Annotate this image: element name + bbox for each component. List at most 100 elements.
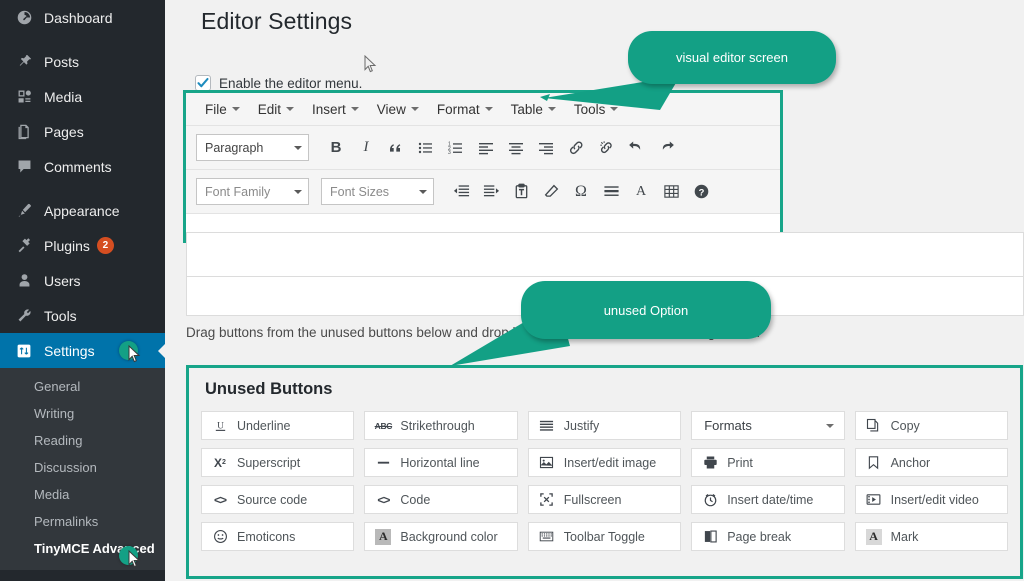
unused-button-insert-edit-video[interactable]: Insert/edit video — [855, 485, 1008, 514]
unused-button-mark[interactable]: A Mark — [855, 522, 1008, 551]
blockquote-icon[interactable] — [381, 133, 411, 163]
sidebar-item-plugins[interactable]: Plugins 2 — [0, 228, 165, 263]
menu-edit[interactable]: Edit — [249, 99, 303, 120]
enable-editor-menu-checkbox[interactable] — [195, 75, 211, 91]
unused-button-justify[interactable]: Justify — [528, 411, 681, 440]
unused-button-source-code[interactable]: <> Source code — [201, 485, 354, 514]
align-right-icon[interactable] — [531, 133, 561, 163]
link-icon[interactable] — [561, 133, 591, 163]
submenu-item-media[interactable]: Media — [0, 481, 165, 508]
menu-format[interactable]: Format — [428, 99, 502, 120]
menu-file-label: File — [205, 102, 227, 117]
unused-button-code[interactable]: <> Code — [364, 485, 517, 514]
unused-button-superscript[interactable]: X2 Superscript — [201, 448, 354, 477]
media-icon — [13, 88, 35, 105]
chevron-down-icon — [286, 107, 294, 111]
unused-button-formats[interactable]: Formats — [691, 411, 844, 440]
sidebar-divider — [0, 35, 165, 44]
toolbar-dropzone-4[interactable] — [186, 232, 1024, 278]
sidebar-item-users[interactable]: Users — [0, 263, 165, 298]
mark-icon: A — [864, 529, 884, 545]
table-icon[interactable] — [656, 177, 686, 207]
submenu-item-discussion[interactable]: Discussion — [0, 454, 165, 481]
menu-insert[interactable]: Insert — [303, 99, 368, 120]
align-center-icon[interactable] — [501, 133, 531, 163]
chevron-down-icon — [351, 107, 359, 111]
unused-button-label: Insert date/time — [727, 493, 813, 507]
submenu-item-general[interactable]: General — [0, 373, 165, 400]
unused-button-label: Background color — [400, 530, 497, 544]
horizontal-line-icon — [373, 455, 393, 470]
redo-icon[interactable] — [651, 133, 681, 163]
sidebar-item-dashboard[interactable]: Dashboard — [0, 0, 165, 35]
numbered-list-icon[interactable]: 123 — [441, 133, 471, 163]
paragraph-format-select[interactable]: Paragraph — [196, 134, 309, 161]
outdent-icon[interactable] — [446, 177, 476, 207]
unused-button-toolbar-toggle[interactable]: Toolbar Toggle — [528, 522, 681, 551]
unused-button-horizontal-line[interactable]: Horizontal line — [364, 448, 517, 477]
sidebar-item-posts[interactable]: Posts — [0, 44, 165, 79]
align-left-icon[interactable] — [471, 133, 501, 163]
unused-button-anchor[interactable]: Anchor — [855, 448, 1008, 477]
unused-button-insert-edit-image[interactable]: Insert/edit image — [528, 448, 681, 477]
submenu-item-writing[interactable]: Writing — [0, 400, 165, 427]
mouse-pointer-tinymce — [128, 550, 141, 569]
unused-button-label: Page break — [727, 530, 791, 544]
smiley-icon — [210, 529, 230, 544]
unused-button-page-break[interactable]: Page break — [691, 522, 844, 551]
clear-formatting-icon[interactable] — [536, 177, 566, 207]
callout-visual-editor: visual editor screen — [628, 31, 836, 84]
font-family-select[interactable]: Font Family — [196, 178, 309, 205]
help-icon[interactable]: ? — [686, 177, 716, 207]
bold-icon[interactable]: B — [321, 133, 351, 163]
image-icon — [537, 455, 557, 470]
undo-icon[interactable] — [621, 133, 651, 163]
read-more-icon[interactable] — [596, 177, 626, 207]
menu-view[interactable]: View — [368, 99, 428, 120]
paste-as-text-icon[interactable] — [506, 177, 536, 207]
chevron-down-icon — [826, 424, 834, 428]
unused-button-insert-date-time[interactable]: Insert date/time — [691, 485, 844, 514]
unused-button-label: Underline — [237, 419, 291, 433]
underline-icon: U — [210, 418, 230, 433]
unused-button-emoticons[interactable]: Emoticons — [201, 522, 354, 551]
fullscreen-icon — [537, 492, 557, 507]
unused-button-strikethrough[interactable]: ABC Strikethrough — [364, 411, 517, 440]
sidebar-item-tools[interactable]: Tools — [0, 298, 165, 333]
callout-visual-editor-text: visual editor screen — [676, 50, 788, 65]
unlink-icon[interactable] — [591, 133, 621, 163]
unused-button-label: Mark — [891, 530, 919, 544]
submenu-item-reading[interactable]: Reading — [0, 427, 165, 454]
mouse-pointer-settings — [128, 345, 141, 364]
text-color-icon[interactable]: A — [626, 177, 656, 207]
indent-icon[interactable] — [476, 177, 506, 207]
unused-button-label: Formats — [700, 418, 752, 433]
sidebar-item-appearance[interactable]: Appearance — [0, 193, 165, 228]
unused-button-fullscreen[interactable]: Fullscreen — [528, 485, 681, 514]
unused-button-background-color[interactable]: A Background color — [364, 522, 517, 551]
unused-button-label: Insert/edit image — [564, 456, 656, 470]
sidebar-item-label: Appearance — [44, 203, 120, 219]
background-color-icon: A — [373, 529, 393, 545]
unused-button-underline[interactable]: U Underline — [201, 411, 354, 440]
unused-button-copy[interactable]: Copy — [855, 411, 1008, 440]
unused-button-label: Horizontal line — [400, 456, 479, 470]
chevron-down-icon — [232, 107, 240, 111]
font-sizes-select[interactable]: Font Sizes — [321, 178, 434, 205]
page-title: Editor Settings — [183, 0, 1006, 35]
pages-icon — [13, 123, 35, 140]
submenu-item-permalinks[interactable]: Permalinks — [0, 508, 165, 535]
unused-button-label: Code — [400, 493, 430, 507]
enable-editor-menu-label: Enable the editor menu. — [219, 76, 362, 91]
sidebar-item-pages[interactable]: Pages — [0, 114, 165, 149]
sidebar-item-comments[interactable]: Comments — [0, 149, 165, 184]
italic-icon[interactable]: I — [351, 133, 381, 163]
special-character-icon[interactable]: Ω — [566, 177, 596, 207]
font-sizes-value: Font Sizes — [330, 185, 389, 199]
menu-table-label: Table — [511, 102, 543, 117]
menu-file[interactable]: File — [196, 99, 249, 120]
bullet-list-icon[interactable] — [411, 133, 441, 163]
sidebar-item-media[interactable]: Media — [0, 79, 165, 114]
unused-button-print[interactable]: Print — [691, 448, 844, 477]
settings-icon — [13, 343, 35, 359]
